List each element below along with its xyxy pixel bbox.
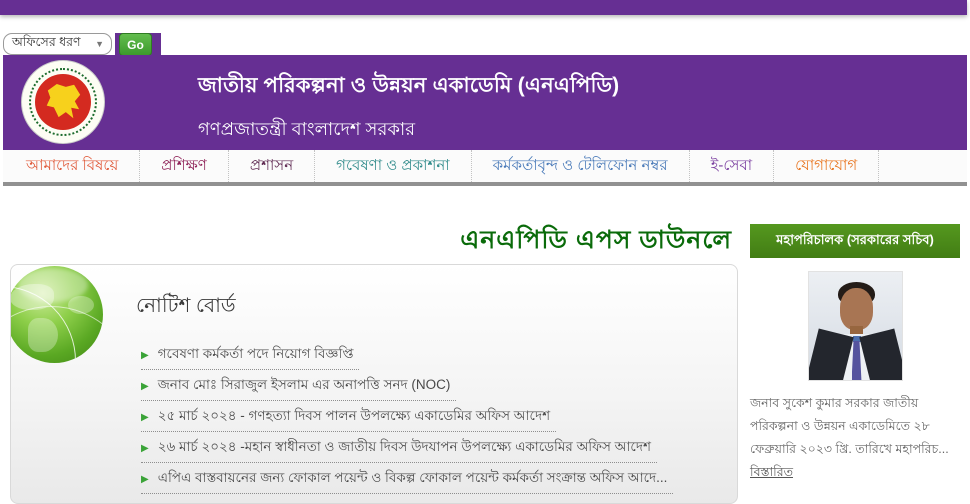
green-globe-image [11,266,103,363]
office-type-select-value: অফিসের ধরণ [12,35,81,49]
notice-board-panel: নোটিশ বোর্ড ▶ গবেষণা কর্মকর্তা পদে নিয়ো… [10,264,738,504]
nav-item-contact[interactable]: যোগাযোগ [774,150,880,182]
notice-board-title: নোটিশ বোর্ড [136,295,236,317]
dg-panel: মহাপরিচালক (সরকারের সচিব) জনাব সুকেশ কুম… [750,218,960,504]
govt-seal-logo[interactable] [21,60,105,144]
apps-download-marquee-link[interactable]: এনএপিডি এপস ডাউনলে [460,220,732,263]
arrow-bullet-icon: ▶ [141,350,149,361]
go-button[interactable]: Go [119,33,152,56]
notice-list-item: ▶ জনাব মোঃ সিরাজুল ইসলাম এর অনাপত্তি সনদ… [141,370,457,401]
notice-list-item: ▶ ২৬ মার্চ ২০২৪ -মহান স্বাধীনতা ও জাতীয়… [141,432,657,463]
notice-list-item: ▶ গবেষণা কর্মকর্তা পদে নিয়োগ বিজ্ঞপ্তি [141,339,360,370]
site-header: জাতীয় পরিকল্পনা ও উন্নয়ন একাডেমি (এনএপ… [3,55,967,150]
main-nav: আমাদের বিষয়ে প্রশিক্ষণ প্রশাসন গবেষণা ও… [3,150,967,186]
nav-filler [879,150,967,182]
notice-link[interactable]: গবেষণা কর্মকর্তা পদে নিয়োগ বিজ্ঞপ্তি [158,346,354,361]
dg-bio-text: জনাব সুকেশ কুমার সরকার জাতীয় পরিকল্পনা … [750,396,949,457]
chevron-down-icon: ▼ [95,39,104,49]
notice-link[interactable]: ২৫ মার্চ ২০২৪ - গণহত্যা দিবস পালন উপলক্ষ… [158,408,550,423]
site-title: জাতীয় পরিকল্পনা ও উন্নয়ন একাডেমি (এনএপ… [198,74,620,97]
dg-badge: মহাপরিচালক (সরকারের সচিব) [750,224,960,258]
nav-item-about[interactable]: আমাদের বিষয়ে [3,150,141,182]
apps-marquee-row: এনএপিডি এপস ডাউনলে [10,218,738,264]
nav-item-training[interactable]: প্রশিক্ষণ [140,150,229,182]
site-subtitle: গণপ্রজাতন্ত্রী বাংলাদেশ সরকার [198,119,416,139]
arrow-bullet-icon: ▶ [141,443,149,454]
globe-orbit-line [11,306,103,363]
nav-item-administration[interactable]: প্রশাসন [229,150,316,182]
dg-portrait-photo [807,271,903,381]
photo-face [839,288,873,330]
notice-link[interactable]: এপিএ বাস্তবায়নের জন্য ফোকাল পয়েন্ট ও ব… [158,470,668,485]
notice-list-item: ▶ এপিএ বাস্তবায়নের জন্য ফোকাল পয়েন্ট ও… [141,463,674,494]
nav-item-eservice[interactable]: ই-সেবা [690,150,775,182]
main-content: এনএপিডি এপস ডাউনলে নোটিশ বোর্ড ▶ গবেষণা … [10,218,960,504]
notice-list-item: ▶ ২৫ মার্চ ২০২৪ - গণহত্যা দিবস পালন উপলক… [141,401,557,432]
notice-link[interactable]: জনাব মোঃ সিরাজুল ইসলাম এর অনাপত্তি সনদ (… [158,377,451,392]
top-purple-bar [0,0,967,15]
arrow-bullet-icon: ▶ [141,412,149,423]
nav-item-officers-telephone[interactable]: কর্মকর্তাবৃন্দ ও টেলিফোন নম্বর [472,150,690,182]
notice-link[interactable]: ২৬ মার্চ ২০২৪ -মহান স্বাধীনতা ও জাতীয় দ… [158,439,651,454]
nav-item-research-publications[interactable]: গবেষণা ও প্রকাশনা [315,150,472,182]
arrow-bullet-icon: ▶ [141,474,149,485]
notice-list: ▶ গবেষণা কর্মকর্তা পদে নিয়োগ বিজ্ঞপ্তি … [141,339,737,494]
office-type-select[interactable]: অফিসের ধরণ ▼ [3,33,112,55]
arrow-bullet-icon: ▶ [141,381,149,392]
dg-details-link[interactable]: বিস্তারিত [750,464,793,484]
